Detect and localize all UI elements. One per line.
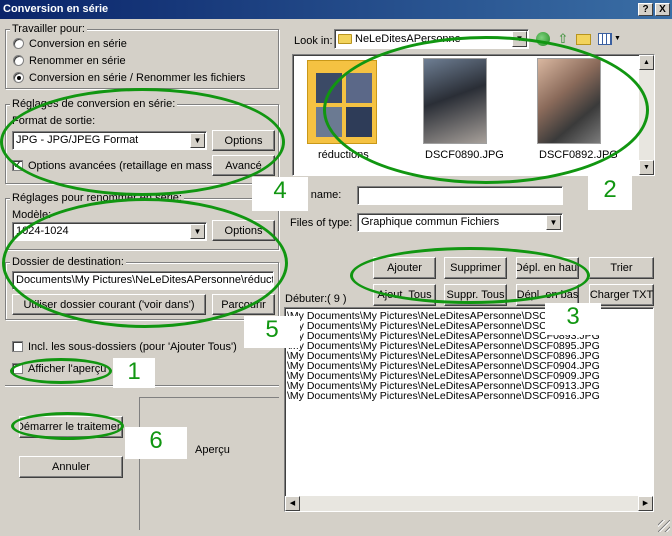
file-type-value: Graphique commun Fichiers <box>361 216 500 228</box>
annotation-number-1: 1 <box>113 358 155 388</box>
format-options-button[interactable]: Options <box>212 130 275 151</box>
preview-label: Aperçu <box>195 444 230 456</box>
queue-list[interactable]: \My Documents\My Pictures\NeLeDitesAPers… <box>284 307 654 512</box>
help-button[interactable]: ? <box>638 3 653 16</box>
thumb-label-dscf0890: DSCF0890.JPG <box>425 149 504 161</box>
format-label: Format de sortie: <box>12 115 96 127</box>
thumb-label-reductions: réductions <box>318 149 369 161</box>
title-bar: Conversion en série <box>0 0 672 19</box>
file-type-select[interactable]: Graphique commun Fichiers <box>357 213 563 232</box>
folder-preview-2 <box>346 73 372 103</box>
advanced-options-label: Options avancées (retaillage en masse...… <box>28 160 231 172</box>
scroll-down-icon[interactable]: ▼ <box>639 160 654 175</box>
template-value: 1024-1024 <box>16 225 69 237</box>
queue-label: Débuter: <box>285 293 328 305</box>
view-menu-icon[interactable] <box>598 33 612 45</box>
add-all-button[interactable]: Ajout. Tous <box>373 284 436 306</box>
file-type-label: Files of type: <box>290 217 353 229</box>
folder-preview-4 <box>346 107 372 137</box>
thumb-label-dscf0892: DSCF0892.JPG <box>539 149 618 161</box>
look-in-label: Look in: <box>294 35 333 47</box>
destination-path-value: Documents\My Pictures\NeLeDitesAPersonne… <box>16 274 274 286</box>
annotation-number-3: 3 <box>545 303 601 335</box>
advanced-button[interactable]: Avancé <box>212 155 275 176</box>
back-icon[interactable] <box>536 32 550 46</box>
folder-icon <box>338 34 352 44</box>
start-processing-button[interactable]: Démarrer le traitement <box>19 416 123 438</box>
include-subfolders-label: Incl. les sous-dossiers (pour 'Ajouter T… <box>28 341 237 353</box>
template-label: Modèle: <box>12 209 52 221</box>
radio-convert-rename[interactable] <box>13 72 24 83</box>
annotation-number-4: 4 <box>252 177 308 211</box>
destination-path-input[interactable]: Documents\My Pictures\NeLeDitesAPersonne… <box>12 271 274 290</box>
template-select[interactable]: 1024-1024 <box>12 222 207 241</box>
look-in-value: NeLeDitesAPersonne <box>355 33 461 45</box>
format-dropdown-arrow-icon[interactable]: ▼ <box>190 133 205 148</box>
radio-conversion-label: Conversion en série <box>29 38 127 50</box>
scroll-left-icon[interactable]: ◀ <box>285 496 300 511</box>
queue-hscrollbar[interactable] <box>285 496 653 511</box>
rename-settings-legend: Réglages pour renommer en série: <box>10 192 184 204</box>
annotation-number-2: 2 <box>588 176 632 210</box>
resize-grip-icon[interactable] <box>658 520 670 532</box>
show-preview-label: Afficher l'aperçu <box>28 363 107 375</box>
destination-legend: Dossier de destination: <box>10 256 126 268</box>
sort-button[interactable]: Trier <box>589 257 654 279</box>
folder-preview-1 <box>316 73 342 103</box>
conversion-settings-legend: Réglages de conversion en série: <box>10 98 178 110</box>
radio-conversion[interactable] <box>13 38 24 49</box>
file-type-dropdown-arrow-icon[interactable]: ▼ <box>546 215 561 230</box>
annotation-number-6: 6 <box>125 427 187 459</box>
window-title: Conversion en série <box>3 3 109 15</box>
view-dropdown-icon[interactable]: ▼ <box>614 35 621 42</box>
advanced-options-checkbox[interactable]: ✓ <box>12 160 23 171</box>
show-preview-checkbox[interactable] <box>12 363 23 374</box>
look-in-select[interactable]: NeLeDitesAPersonne <box>334 29 529 49</box>
remove-all-button[interactable]: Suppr. Tous <box>444 284 507 306</box>
browse-button[interactable]: Parcourir <box>212 294 275 315</box>
thumbnail-scrollbar[interactable] <box>639 55 654 175</box>
thumb-photo-dscf0892[interactable] <box>537 58 601 144</box>
annotation-number-5: 5 <box>244 316 300 348</box>
queue-file-item[interactable]: \My Documents\My Pictures\NeLeDitesAPers… <box>285 391 653 402</box>
close-button[interactable]: X <box>655 3 670 16</box>
template-options-button[interactable]: Options <box>212 220 275 241</box>
move-up-button[interactable]: Dépl. en haut <box>516 257 579 279</box>
use-current-folder-button[interactable]: Utiliser dossier courant ('voir dans') <box>12 294 206 315</box>
look-in-dropdown-arrow-icon[interactable]: ▼ <box>512 31 527 47</box>
work-mode-legend: Travailler pour: <box>10 23 87 35</box>
include-subfolders-checkbox[interactable] <box>12 341 23 352</box>
radio-rename-label: Renommer en série <box>29 55 126 67</box>
cancel-button[interactable]: Annuler <box>19 456 123 478</box>
folder-preview-3 <box>316 107 342 137</box>
thumb-folder-reductions[interactable] <box>307 60 377 144</box>
format-value: JPG - JPG/JPEG Format <box>16 134 139 146</box>
queue-count: ( 9 ) <box>327 293 347 305</box>
template-dropdown-arrow-icon[interactable]: ▼ <box>190 224 205 239</box>
radio-convert-rename-label: Conversion en série / Renommer les fichi… <box>29 72 246 84</box>
file-name-input[interactable] <box>357 186 563 205</box>
preview-area <box>139 397 279 530</box>
scroll-right-icon[interactable]: ▶ <box>638 496 653 511</box>
add-button[interactable]: Ajouter <box>373 257 436 279</box>
radio-rename[interactable] <box>13 55 24 66</box>
new-folder-icon[interactable] <box>576 34 591 45</box>
up-folder-icon[interactable]: ⇧ <box>556 31 570 46</box>
thumb-photo-dscf0890[interactable] <box>423 58 487 144</box>
remove-button[interactable]: Supprimer <box>444 257 507 279</box>
format-select[interactable]: JPG - JPG/JPEG Format <box>12 131 207 150</box>
scroll-up-icon[interactable]: ▲ <box>639 55 654 70</box>
